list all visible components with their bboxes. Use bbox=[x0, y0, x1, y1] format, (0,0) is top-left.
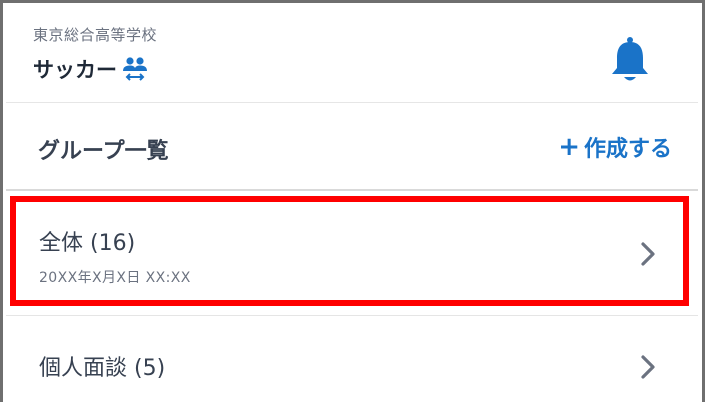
chevron-right-icon bbox=[641, 242, 655, 266]
group-list-header: グループ一覧 + 作成する bbox=[6, 103, 698, 189]
group-list-title: グループ一覧 bbox=[38, 139, 169, 164]
group-item-interview[interactable]: 個人面談 (5) bbox=[6, 315, 698, 406]
group-item-title: 全体 (16) bbox=[39, 231, 136, 256]
school-name: 東京総合高等学校 bbox=[33, 26, 158, 44]
bell-icon[interactable] bbox=[608, 36, 652, 84]
team-name: サッカー bbox=[33, 58, 117, 82]
team-selector[interactable]: サッカー bbox=[33, 54, 149, 84]
people-transfer-icon bbox=[123, 57, 147, 81]
group-item-all[interactable]: 全体 (16) 20XX年X月X日 XX:XX bbox=[6, 193, 698, 313]
app-frame: 東京総合高等学校 サッカー グループ一覧 + 作成する 全体 (16) 20XX… bbox=[0, 0, 705, 406]
divider bbox=[6, 189, 698, 191]
plus-icon: + bbox=[558, 132, 580, 162]
create-group-label: 作成する bbox=[583, 137, 672, 162]
chevron-right-icon bbox=[641, 355, 655, 379]
group-item-title: 個人面談 (5) bbox=[39, 356, 166, 381]
group-item-date: 20XX年X月X日 XX:XX bbox=[39, 270, 191, 286]
create-group-button[interactable]: + 作成する bbox=[558, 131, 672, 163]
header: 東京総合高等学校 サッカー bbox=[6, 6, 698, 103]
